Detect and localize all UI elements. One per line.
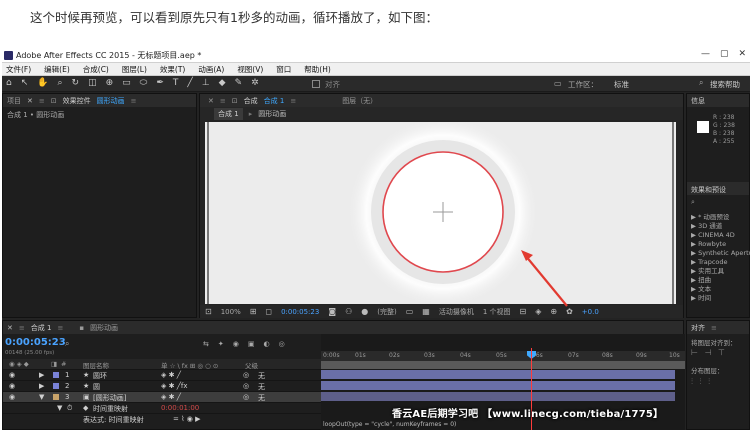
annotation-arrow xyxy=(521,250,568,307)
article-text: 这个时候再预览，可以看到原先只有1秒多的动画，循环播放了，如下图： xyxy=(30,10,438,25)
watermark-text: 香云AE后期学习吧 【www.linecg.com/tieba/1775】 xyxy=(392,409,664,420)
after-effects-window: Adobe After Effects CC 2015 - 无标题项目.aep … xyxy=(2,48,750,430)
